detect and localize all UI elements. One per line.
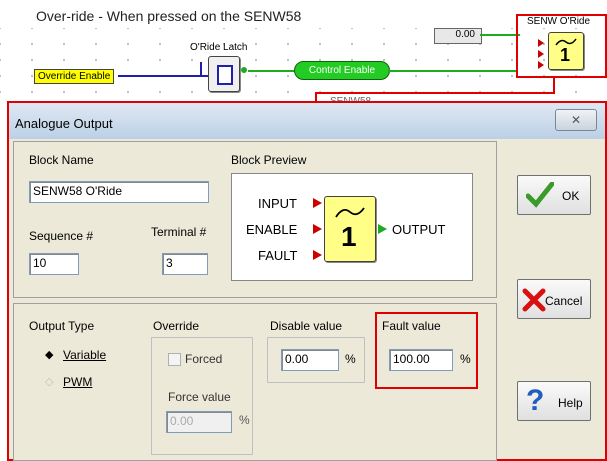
force-value-label: Force value [168,390,231,404]
arrow-right-icon [538,39,544,47]
preview-block-glyph: 1 [341,221,357,252]
terminal-field[interactable]: 3 [162,253,208,275]
oride-latch-block[interactable] [208,56,240,92]
pwm-radio[interactable]: ◇ [45,374,53,388]
arrow-right-icon [538,61,544,69]
preview-block: 1 [324,196,376,262]
cancel-button[interactable]: Cancel [517,279,591,319]
arrow-right-icon [538,50,544,58]
fault-percent: % [460,352,471,366]
cancel-label: Cancel [545,294,583,308]
terminal-label: Terminal # [151,225,207,239]
ok-label: OK [562,189,580,203]
checkmark-icon [526,182,554,208]
pwm-label[interactable]: PWM [63,375,92,389]
diagram-title: Over-ride - When pressed on the SENW58 [36,8,302,24]
latch-icon [217,65,233,85]
fault-arrow-icon [313,250,322,260]
value-box[interactable]: 0.00 [434,28,482,44]
block-preview: INPUT ENABLE FAULT 1 OUTPUT [231,173,473,281]
disable-percent: % [345,352,356,366]
disable-value-label: Disable value [270,319,343,333]
senw-oride-block[interactable]: 1 [548,32,584,70]
connector-line [200,62,202,76]
red-x-icon [522,288,546,312]
fault-value-label: Fault value [382,319,441,333]
connector-line [118,75,208,77]
preview-input-label: INPUT [258,196,297,211]
override-enable-box[interactable]: Override Enable [34,69,115,84]
senw-oride-label: SENW O'Ride [527,16,591,27]
variable-radio[interactable]: ◆ [45,347,53,361]
control-enable-tag[interactable]: Control Enable [294,61,390,80]
connector-line [553,78,555,94]
disable-value-field[interactable]: 0.00 [281,349,339,371]
help-label: Help [558,396,583,410]
force-value-field[interactable]: 0.00 [166,411,232,433]
override-label: Override [153,319,200,333]
force-percent: % [239,413,250,427]
preview-enable-label: ENABLE [246,222,298,237]
oride-latch-label: O'Ride Latch [190,42,248,53]
output-type-label: Output Type [29,319,95,333]
dialog-title: Analogue Output [15,116,113,131]
forced-checkbox[interactable] [168,353,181,366]
block-name-field[interactable]: SENW58 O'Ride [29,181,209,203]
input-arrow-icon [313,198,322,208]
block-glyph: 1 [560,45,571,65]
latch-output-dot [241,67,247,73]
preview-fault-label: FAULT [258,248,298,263]
connector-line [248,70,296,72]
fault-value-field[interactable]: 100.00 [389,349,453,371]
variable-label[interactable]: Variable [63,348,106,362]
block-preview-label: Block Preview [231,153,307,167]
sequence-field[interactable]: 10 [29,253,79,275]
question-icon: ? [526,384,545,417]
connector-line [315,92,555,94]
help-button[interactable]: ? Help [517,381,591,421]
output-arrow-icon [378,224,387,234]
forced-label[interactable]: Forced [185,352,222,366]
connector-line [480,34,520,36]
analogue-output-dialog: Analogue Output ✕ Block Name SENW58 O'Ri… [7,101,607,461]
ok-button[interactable]: OK [517,175,591,215]
close-button[interactable]: ✕ [555,109,597,131]
wave-icon [335,207,365,218]
block-name-label: Block Name [29,153,94,167]
radio-selected-icon: ◆ [45,349,54,361]
preview-output-label: OUTPUT [392,222,446,237]
radio-unselected-icon: ◇ [45,376,54,388]
connector-line [388,70,518,72]
enable-arrow-icon [313,224,322,234]
close-icon: ✕ [570,113,582,127]
sequence-label: Sequence # [29,229,94,243]
